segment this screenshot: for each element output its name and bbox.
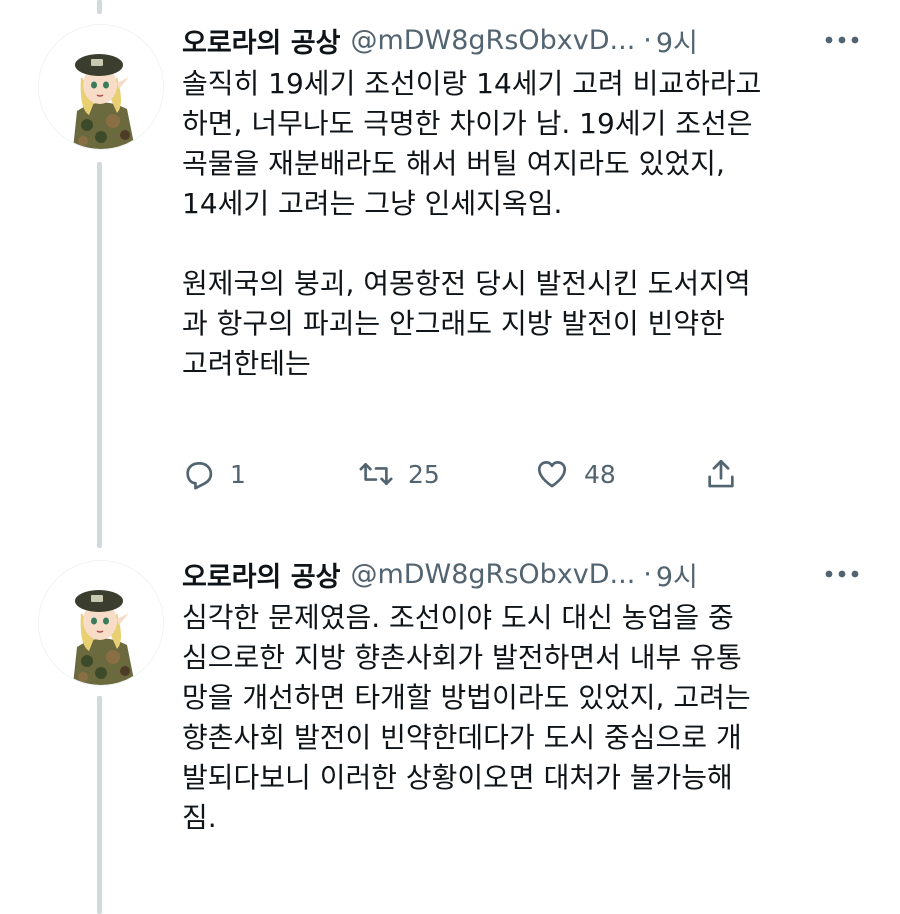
tweet-header: 오로라의 공상 @mDW8gRsObxvD... · 9시 bbox=[182, 554, 860, 594]
reply-icon bbox=[186, 462, 213, 490]
soldier-avatar-icon bbox=[39, 25, 163, 149]
tweet-text: 솔직히 19세기 조선이랑 14세기 고려 비교하라고 하면, 너무나도 극명한… bbox=[182, 67, 762, 380]
tweet[interactable]: 오로라의 공상 @mDW8gRsObxvD... · 9시 심각한 문제였음. … bbox=[0, 548, 900, 914]
share-icon bbox=[708, 459, 734, 488]
retweet-icon bbox=[359, 462, 393, 486]
retweet-count: 25 bbox=[408, 459, 440, 489]
more-dots-icon[interactable] bbox=[800, 554, 860, 594]
display-name[interactable]: 오로라의 공상 bbox=[182, 555, 340, 594]
user-handle[interactable]: @mDW8gRsObxvD... bbox=[350, 25, 635, 56]
separator-dot: · bbox=[643, 558, 652, 590]
like-button[interactable]: 48 bbox=[534, 457, 704, 491]
display-name[interactable]: 오로라의 공상 bbox=[182, 21, 340, 60]
heart-icon bbox=[537, 461, 567, 488]
tweet-actions: 1 25 48 bbox=[182, 452, 782, 496]
like-count: 48 bbox=[584, 459, 616, 489]
tweet-header: 오로라의 공상 @mDW8gRsObxvD... · 9시 bbox=[182, 20, 860, 60]
tweet-text: 심각한 문제였음. 조선이야 도시 대신 농업을 중 심으로한 지방 향촌사회가… bbox=[182, 601, 751, 834]
share-button[interactable] bbox=[704, 457, 738, 491]
user-handle[interactable]: @mDW8gRsObxvD... bbox=[350, 559, 635, 590]
avatar[interactable] bbox=[38, 560, 164, 686]
more-dots-icon[interactable] bbox=[800, 20, 860, 60]
reply-count: 1 bbox=[230, 459, 246, 489]
soldier-avatar-icon bbox=[39, 561, 163, 685]
reply-button[interactable]: 1 bbox=[182, 457, 358, 491]
timestamp[interactable]: 9시 bbox=[656, 555, 698, 594]
avatar[interactable] bbox=[38, 24, 164, 150]
tweet[interactable]: 오로라의 공상 @mDW8gRsObxvD... · 9시 솔직히 19세기 조… bbox=[0, 0, 900, 520]
retweet-button[interactable]: 25 bbox=[358, 457, 534, 491]
separator-dot: · bbox=[643, 24, 652, 56]
timestamp[interactable]: 9시 bbox=[656, 21, 698, 60]
